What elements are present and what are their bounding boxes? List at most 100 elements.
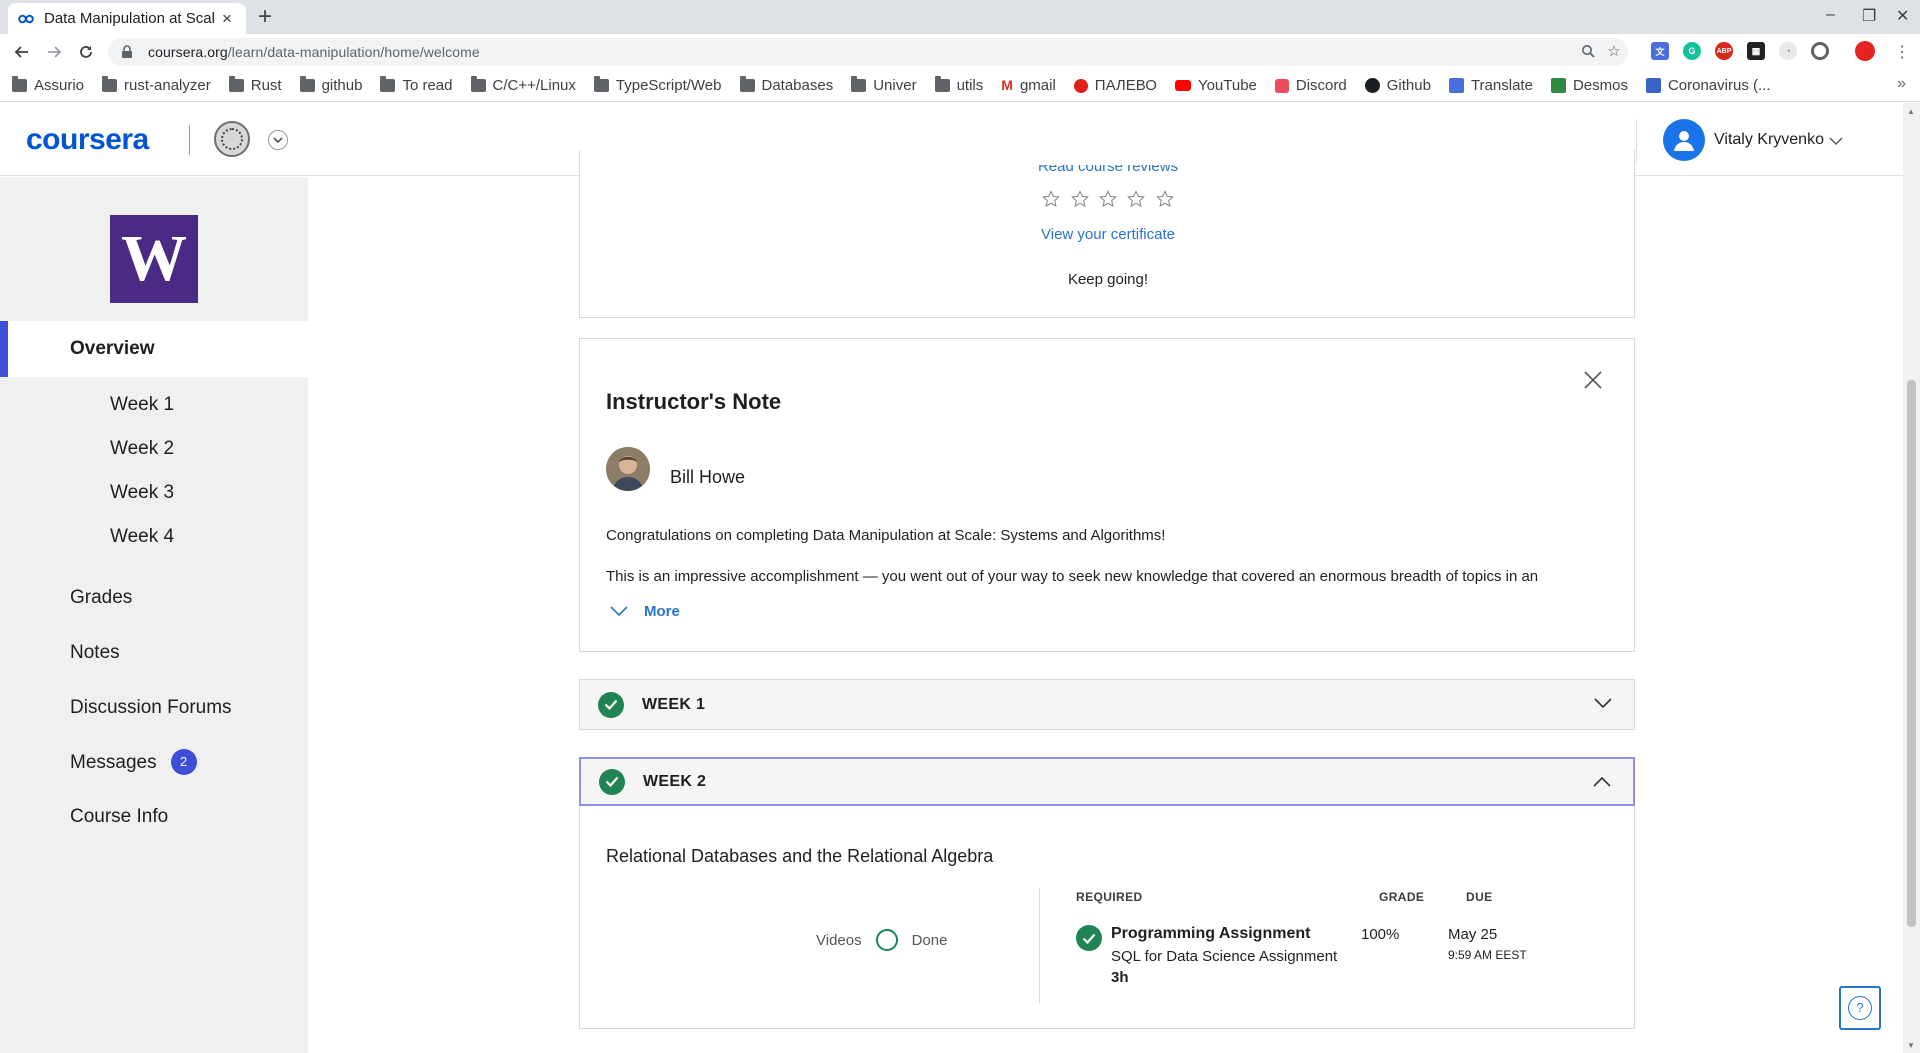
bookmark-databases[interactable]: Databases: [739, 76, 833, 94]
read-course-reviews-link[interactable]: Read course reviews: [580, 165, 1636, 177]
bookmark-label: utils: [956, 77, 984, 94]
folder-icon: [102, 76, 118, 92]
bookmark-to-read[interactable]: To read: [380, 76, 453, 94]
grammarly-extension-icon[interactable]: G: [1683, 42, 1701, 60]
help-icon: ?: [1848, 996, 1872, 1020]
more-bookmarks-icon[interactable]: »: [1897, 75, 1906, 93]
browser-tab[interactable]: Data Manipulation at Scal ×: [8, 3, 246, 34]
assignment-type: Programming Assignment: [1111, 925, 1311, 942]
bookmark-typescript-web[interactable]: TypeScript/Web: [593, 76, 722, 94]
view-certificate-link[interactable]: View your certificate: [580, 226, 1636, 243]
bookmark-label: Rust: [250, 77, 282, 94]
column-divider: [1039, 888, 1040, 1003]
bookmark-rust-analyzer[interactable]: rust-analyzer: [102, 76, 211, 94]
rating-stars[interactable]: [580, 190, 1636, 213]
week-1-header[interactable]: WEEK 1: [579, 679, 1635, 730]
folder-icon: [851, 76, 867, 92]
page-scrollbar[interactable]: ▲ ▼: [1903, 103, 1920, 1053]
clock-extension-icon[interactable]: ◔: [1779, 42, 1797, 60]
bookmark-star-icon[interactable]: ☆: [1606, 44, 1622, 60]
sidebar-item-week-4[interactable]: Week 4: [0, 520, 308, 554]
bookmark-label: To read: [402, 77, 453, 94]
bookmark-utils[interactable]: utils: [934, 76, 984, 94]
sidebar-item-grades[interactable]: Grades: [0, 578, 308, 618]
assignment-item[interactable]: Programming Assignment SQL for Data Scie…: [1111, 925, 1337, 986]
bookmark-github-folder[interactable]: github: [299, 76, 363, 94]
star-icon[interactable]: [1099, 190, 1117, 208]
new-tab-button[interactable]: +: [258, 4, 272, 30]
scroll-down-icon[interactable]: ▼: [1907, 1041, 1915, 1050]
back-icon[interactable]: [10, 40, 34, 64]
bookmark-translate[interactable]: Translate: [1448, 77, 1533, 94]
sidebar-item-overview[interactable]: Overview: [0, 321, 308, 377]
due-column-header: DUE: [1466, 890, 1493, 904]
gmail-icon: M: [1001, 77, 1013, 93]
zoom-icon[interactable]: [1580, 44, 1596, 60]
bookmark-label: ПАЛЕВО: [1094, 77, 1157, 94]
user-avatar-icon[interactable]: [1663, 119, 1705, 161]
sidebar-item-week-3[interactable]: Week 3: [0, 476, 308, 510]
sidebar-item-week-2[interactable]: Week 2: [0, 432, 308, 466]
sidebar-item-course-info[interactable]: Course Info: [0, 797, 308, 837]
bookmarks-bar: Assurio rust-analyzer Rust github To rea…: [0, 70, 1920, 102]
close-icon[interactable]: [1584, 371, 1602, 394]
chevron-up-icon[interactable]: [1593, 774, 1611, 792]
restore-icon[interactable]: ❐: [1862, 6, 1876, 26]
sidebar-item-discussion-forums[interactable]: Discussion Forums: [0, 688, 308, 728]
help-button[interactable]: ?: [1839, 986, 1881, 1030]
scrollbar-thumb[interactable]: [1907, 380, 1916, 927]
scroll-up-icon[interactable]: ▲: [1907, 107, 1915, 116]
check-icon: [599, 768, 625, 795]
red-circle-icon: [1073, 78, 1088, 93]
youtube-icon: [1174, 80, 1191, 91]
more-button[interactable]: More: [610, 603, 680, 620]
check-icon: [598, 691, 624, 718]
bookmark-coronavirus[interactable]: Coronavirus (...: [1645, 77, 1771, 94]
bookmark-youtube[interactable]: YouTube: [1174, 77, 1257, 94]
circle-extension-icon[interactable]: [1811, 42, 1829, 60]
star-icon[interactable]: [1155, 190, 1174, 208]
folder-icon: [12, 76, 27, 92]
star-icon[interactable]: [1042, 190, 1061, 208]
sidebar-item-week-1[interactable]: Week 1: [0, 388, 308, 422]
sidebar-item-notes[interactable]: Notes: [0, 633, 308, 673]
close-window-icon[interactable]: ✕: [1896, 6, 1909, 26]
star-icon[interactable]: [1070, 190, 1089, 208]
translate-extension-icon[interactable]: 文: [1651, 42, 1669, 60]
bookmark-gmail[interactable]: Mgmail: [1001, 77, 1056, 94]
sidebar-item-label: Week 4: [110, 526, 175, 547]
week-2-header[interactable]: WEEK 2: [579, 757, 1635, 806]
chevron-down-icon[interactable]: [1829, 133, 1843, 151]
progress-ring-icon: [875, 929, 898, 951]
bookmark-github[interactable]: Github: [1364, 77, 1431, 94]
profile-avatar-icon[interactable]: [1855, 41, 1875, 61]
bookmark-discord[interactable]: Discord: [1274, 77, 1347, 94]
required-column-header: REQUIRED: [1076, 890, 1143, 904]
address-bar[interactable]: coursera.org/learn/data-manipulation/hom…: [108, 38, 1628, 66]
adblock-extension-icon[interactable]: ABP: [1715, 42, 1733, 60]
bookmark-c-cpp-linux[interactable]: C/C++/Linux: [470, 76, 576, 94]
qr-extension-icon[interactable]: ▦: [1747, 42, 1765, 60]
university-seal-icon[interactable]: [214, 121, 250, 157]
chevron-down-icon[interactable]: [1594, 696, 1612, 714]
menu-dots-icon[interactable]: ⋮: [1890, 40, 1914, 64]
note-paragraph: Congratulations on completing Data Manip…: [606, 527, 1166, 544]
module-title[interactable]: Relational Databases and the Relational …: [606, 846, 993, 867]
bookmark-desmos[interactable]: Desmos: [1550, 77, 1628, 94]
user-name[interactable]: Vitaly Kryvenko: [1714, 131, 1824, 149]
due-time: 9:59 AM EEST: [1448, 948, 1527, 962]
course-logo[interactable]: W: [110, 215, 198, 303]
bookmark-palevo[interactable]: ПАЛЕВО: [1073, 77, 1157, 94]
bookmark-assurio[interactable]: Assurio: [12, 76, 84, 94]
minimize-icon[interactable]: –: [1826, 6, 1835, 24]
chevron-down-icon[interactable]: [268, 130, 288, 150]
bookmark-label: github: [321, 77, 363, 94]
sidebar-item-messages[interactable]: Messages 2: [0, 743, 308, 783]
bookmark-univer[interactable]: Univer: [851, 76, 917, 94]
coursera-logo[interactable]: coursera: [26, 123, 149, 157]
forward-icon[interactable]: [42, 40, 66, 64]
reload-icon[interactable]: [74, 40, 98, 64]
tab-close-icon[interactable]: ×: [218, 9, 236, 28]
bookmark-rust[interactable]: Rust: [228, 76, 282, 94]
star-icon[interactable]: [1127, 190, 1146, 208]
